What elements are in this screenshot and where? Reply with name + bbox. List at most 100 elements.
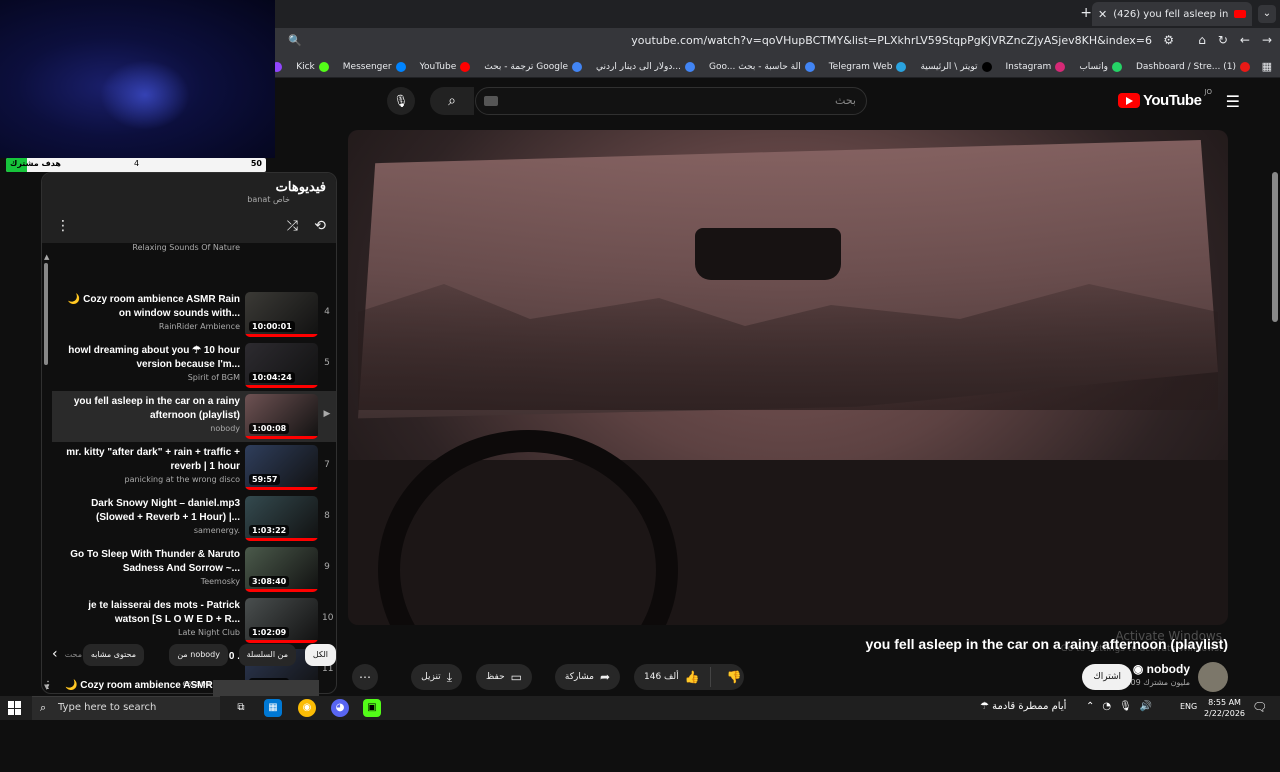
apps-grid-icon[interactable]: ▦ (1262, 60, 1272, 73)
playlist-item-channel: samenergy. (193, 526, 240, 535)
chrome-icon[interactable]: ◉ (298, 699, 316, 717)
bookmark-item[interactable]: Twitch (275, 61, 283, 72)
playlist-item-channel: RainRider Ambience (158, 322, 240, 331)
playlist-item[interactable]: 8 1:03:22 Dark Snowy Night – daniel.mp3 (S… (52, 493, 336, 544)
zoom-icon[interactable]: 🔍 (288, 34, 302, 47)
close-tab-icon[interactable]: ✕ (1098, 8, 1107, 21)
back-icon[interactable]: ← (1240, 33, 1250, 47)
system-clock[interactable]: 8:55 AM 2/22/2026 (1204, 697, 1245, 719)
bookmark-item[interactable]: Instagram (1006, 61, 1066, 72)
page-scrollbar[interactable] (1272, 160, 1278, 772)
channel-avatar[interactable] (1198, 662, 1228, 692)
bookmark-item[interactable]: ترجمة - بحث Google (484, 61, 583, 72)
playlist-item[interactable]: Relaxing Sounds Of Nature (52, 243, 336, 255)
bookmark-label: Telegram Web (828, 61, 893, 72)
more-vertical-icon[interactable]: ⋮ (56, 218, 70, 234)
playlist-item-duration: 10:00:01 (249, 321, 295, 332)
bookmark-favicon-icon (572, 61, 583, 72)
download-button[interactable]: تنزيل ⤓ (411, 664, 462, 690)
volume-icon[interactable]: 🔊 (1140, 701, 1152, 712)
bookmark-item[interactable]: Dashboard / Stre... (1) (1136, 61, 1250, 72)
playlist-item-title: you fell asleep in the car on a rainy af… (73, 396, 240, 421)
page-scrollbar-thumb[interactable] (1272, 172, 1278, 322)
playlist-item-duration: 59:57 (249, 474, 281, 485)
channel-name-text: nobody (1146, 662, 1190, 676)
bookmarks-bar: ▦ Dashboard / Stre... (1) واتساب Instagram… (275, 56, 1280, 78)
playlist-scrollbar[interactable] (44, 263, 48, 365)
guide-menu-icon[interactable]: ☰ (1226, 92, 1240, 111)
playlist-title[interactable]: فيديوهات (276, 179, 326, 195)
more-actions-button[interactable]: ⋯ (352, 664, 378, 690)
watched-progress-bar (245, 487, 318, 490)
bookmark-item[interactable]: Goo... الة حاسبة - بحث (708, 61, 815, 72)
filter-chip[interactable]: الكل (304, 644, 336, 666)
playlist-item-title: je te laisserai des mots - Patrick watso… (88, 600, 240, 625)
language-indicator[interactable]: ENG (1180, 702, 1197, 711)
related-video-item[interactable]: ⋮ 🌙 Cozy room ambience ASMR (41, 678, 337, 696)
share-button[interactable]: مشاركة ➦ (554, 664, 620, 690)
wifi-icon[interactable]: ◔ (1102, 701, 1111, 712)
bookmark-favicon-icon (275, 61, 283, 72)
weather-text: أيام ممطرة قادمة (992, 701, 1067, 712)
bookmark-item[interactable]: دولار الى دينار اردني... (596, 61, 695, 72)
youtube-favicon-icon (1234, 10, 1246, 18)
home-icon[interactable]: ⌂ (1198, 33, 1206, 47)
playlist-item[interactable]: ▶ 1:00:08 you fell asleep in the car on a … (52, 391, 336, 442)
keyboard-icon[interactable] (484, 96, 498, 106)
playlist-item[interactable]: 5 10:04:24 howl dreaming about you ☂ 10 ho… (52, 340, 336, 391)
video-player[interactable] (348, 130, 1228, 625)
bookmark-item[interactable]: Kick (296, 61, 329, 72)
subscribe-button[interactable]: اشتراك (1082, 664, 1132, 690)
browser-tab[interactable]: (426) you fell asleep in the ✕ (1092, 2, 1252, 26)
site-settings-icon[interactable]: ⚙ (1163, 33, 1174, 47)
loop-icon[interactable]: ⟲ (314, 218, 326, 234)
youtube-logo[interactable]: YouTube JO (1117, 88, 1212, 109)
filter-chip[interactable]: محت (63, 644, 84, 666)
channel-name[interactable]: ◉ nobody (1133, 662, 1190, 676)
watched-progress-bar (245, 385, 318, 388)
taskbar-search-input[interactable]: ⌕ Type here to search (32, 696, 220, 720)
filter-chip[interactable]: محتوى مشابه (82, 644, 144, 666)
scroll-up-icon[interactable]: ▲ (44, 253, 49, 261)
dislike-button[interactable]: 👎 (717, 670, 752, 684)
start-button-icon[interactable] (8, 701, 22, 715)
bookmark-item[interactable]: YouTube (420, 61, 471, 72)
bookmark-label: Messenger (342, 61, 392, 72)
new-tab-button[interactable]: + (1080, 5, 1092, 21)
chevron-left-icon[interactable]: ‹ (52, 646, 58, 662)
bookmark-item[interactable]: Telegram Web (828, 61, 907, 72)
mic-tray-icon[interactable]: 🎙 (1119, 701, 1132, 712)
bookmark-item[interactable]: تويتر \ الرئيسية (920, 61, 992, 72)
forward-icon[interactable]: → (1262, 33, 1272, 47)
webcam-overlay (0, 0, 275, 158)
store-icon[interactable]: ▦ (264, 699, 282, 717)
playlist-item-title: 🌙 Cozy room ambience ASMR Rain on window… (67, 294, 240, 319)
tab-search-button[interactable]: ⌄ (1258, 5, 1276, 23)
url-text[interactable]: youtube.com/watch?v=qoVHupBCTMY&list=PLX… (631, 34, 1152, 47)
bookmark-label: Goo... الة حاسبة - بحث (708, 61, 801, 72)
filter-chip[interactable]: من السلسلة (238, 644, 296, 666)
playlist-item-index: 7 (324, 460, 330, 470)
chevron-up-icon[interactable]: ⌃ (1086, 701, 1094, 712)
reload-icon[interactable]: ↻ (1218, 33, 1228, 47)
bookmark-item[interactable]: Messenger (342, 61, 406, 72)
like-dislike-group: 👍 146 ألف 👎 (634, 664, 744, 690)
search-button[interactable]: ⌕ (430, 87, 474, 115)
playlist-item[interactable]: 10 1:02:09 je te laisserai des mots - Patr… (52, 595, 336, 646)
playlist-item[interactable]: 9 3:08:40 Go To Sleep With Thunder & Narut… (52, 544, 336, 595)
save-button[interactable]: حفظ ▭ (475, 664, 532, 690)
like-button[interactable]: 👍 146 ألف (634, 667, 711, 687)
search-input[interactable]: بحث (475, 87, 867, 115)
kick-icon[interactable]: ▣ (363, 699, 381, 717)
task-view-icon[interactable]: ⧉ (232, 699, 250, 717)
weather-widget[interactable]: ☂ أيام ممطرة قادمة (980, 701, 1066, 712)
shuffle-icon[interactable]: ⤮ (287, 218, 298, 234)
notifications-icon[interactable]: 🗨 (1252, 700, 1267, 714)
playlist-item[interactable]: 4 10:00:01 🌙 Cozy room ambience ASMR Rain … (52, 289, 336, 340)
filter-chip[interactable]: من nobody (169, 644, 228, 666)
more-vertical-icon[interactable]: ⋮ (43, 680, 53, 691)
bookmark-item[interactable]: واتساب (1079, 61, 1122, 72)
playlist-item[interactable]: 7 59:57 mr. kitty "after dark" + rain + tr… (52, 442, 336, 493)
discord-icon[interactable]: ◕ (331, 699, 349, 717)
voice-search-button[interactable]: 🎙 (387, 87, 415, 115)
